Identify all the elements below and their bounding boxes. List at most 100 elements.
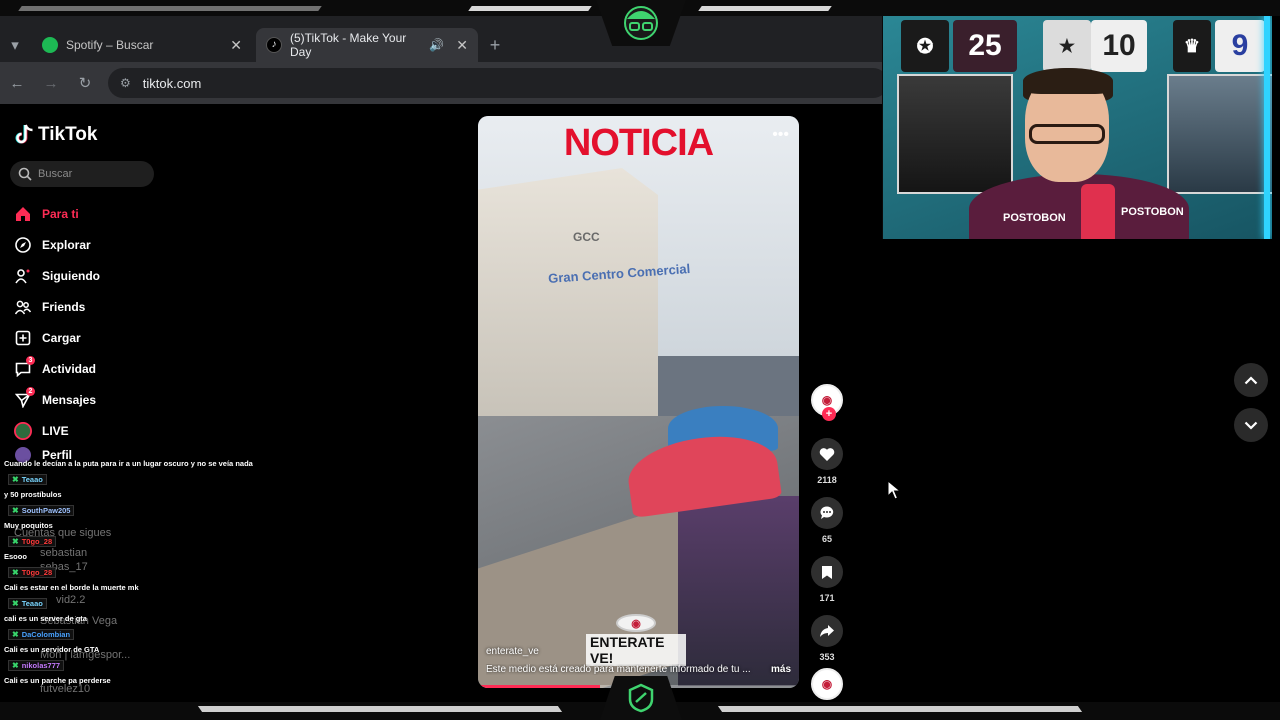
notification-badge: 2 [26,387,35,396]
search-icon [18,167,32,181]
chat-message: Cali es estar en el borde la muerte mk [4,583,139,593]
sword-badge-icon: ✖ [12,505,19,515]
video-sign-gcc: GCC [573,230,600,244]
author-avatar[interactable]: ◉ + [811,384,843,421]
video-watermark: ◉ ENTERATE VE! [586,614,686,666]
save-button[interactable] [811,556,843,588]
spotify-icon [42,37,58,53]
address-bar[interactable]: ⚙ tiktok.com [108,68,888,98]
caption-more-link[interactable]: más [771,664,791,675]
shield-icon [628,683,654,713]
nacional-crest-icon: ✪ [901,20,949,72]
sidebar-item-friends[interactable]: Friends [14,291,100,322]
search-placeholder: Buscar [38,168,73,180]
chat-user-row: ✖ T0go_28 [4,565,304,581]
sidebar-item-label: Mensajes [42,392,97,407]
chat-username: ✖ T0go_28 [8,566,57,578]
tiktok-icon: ♪ [266,37,282,53]
notification-badge: 3 [26,356,35,365]
jersey-ten: 10 [1091,20,1147,72]
browser-toolbar: ← → ↻ ⚙ tiktok.com [0,62,888,104]
share-button[interactable] [811,615,843,647]
sidebar-item-label: Actividad [42,361,97,376]
follow-plus-icon[interactable]: + [822,407,836,421]
chat-username: ✖ nikolas777 [8,659,65,671]
chat-username: ✖ T0go_28 [8,535,57,547]
search-input[interactable]: Buscar [10,161,154,187]
sidebar-nav: Para ti Explorar Siguiendo Friends Carga… [14,198,100,464]
more-options-icon[interactable]: ••• [772,126,789,144]
next-video-button[interactable] [1234,408,1268,442]
sidebar-item-para-ti[interactable]: Para ti [14,198,100,229]
sword-badge-icon: ✖ [12,474,19,484]
real-madrid-crest-icon: ♛ [1173,20,1211,72]
home-icon [14,205,32,223]
sidebar-item-live[interactable]: LIVE [14,415,100,446]
share-icon [820,625,834,637]
video-player[interactable]: GCC Gran Centro Comercial NOTICIA ••• ◉ … [478,116,799,688]
site-settings-icon[interactable]: ⚙ [120,76,131,90]
tab-tiktok[interactable]: ♪ (5)TikTok - Make Your Day 🔊 ✕ [256,28,478,62]
chat-message: Muy poquitos [4,521,53,531]
comment-count: 65 [821,534,832,544]
comment-button[interactable] [811,497,843,529]
chat-message: Esooo [4,552,27,562]
tab-list-chevron-icon[interactable]: ▾ [6,34,24,56]
sword-badge-icon: ✖ [12,598,19,608]
sound-disc-avatar[interactable]: ◉ [811,668,843,700]
browser-tabstrip: ▾ Spotify – Buscar ✕ ♪ (5)TikTok - Make … [0,16,882,62]
chat-message: Cuando le decían a la puta para ir a un … [4,459,253,469]
tab-spotify[interactable]: Spotify – Buscar ✕ [32,28,252,62]
sidebar-item-mensajes[interactable]: 2 Mensajes [14,384,100,415]
new-tab-icon[interactable]: + [484,34,506,56]
sidebar-item-label: Para ti [42,206,79,221]
friends-icon [14,298,32,316]
chat-message: cali es un server de gta [4,614,87,624]
shirt-sponsor-left: POSTOBON [1003,212,1066,224]
close-icon[interactable]: ✕ [230,37,242,54]
chat-message: Cali es un parche pa perderse [4,676,111,686]
chat-user-row: ✖ Teaao [4,596,304,612]
sidebar-item-cargar[interactable]: Cargar [14,322,100,353]
sidebar-item-explorar[interactable]: Explorar [14,229,100,260]
sword-badge-icon: ✖ [12,536,19,546]
glasses [1029,124,1105,144]
chat-username: ✖ Teaao [8,597,47,609]
sidebar-item-actividad[interactable]: 3 Actividad [14,353,100,384]
share-count: 353 [819,652,835,662]
jersey-armani: 25 [953,20,1017,72]
tiktok-wordmark: TikTok [38,124,98,145]
previous-video-button[interactable] [1234,363,1268,397]
sidebar-item-label: Cargar [42,330,81,345]
live-icon [14,421,32,440]
tiktok-logo[interactable]: TikTok [14,124,97,146]
reload-icon[interactable]: ↻ [74,72,96,94]
action-rail: ◉ + 2118 65 171 353 ◉ [808,384,846,700]
chat-message: y 50 prostíbulos [4,490,62,500]
tab-title: (5)TikTok - Make Your Day [290,31,407,59]
chat-user-row: ✖ DaColombian [4,627,304,643]
chevron-down-icon [1244,421,1258,430]
sidebar-item-label: LIVE [42,423,69,438]
comment-icon [820,506,834,519]
sidebar-item-label: Explorar [42,237,91,252]
sidebar-item-siguiendo[interactable]: Siguiendo [14,260,100,291]
like-button[interactable] [811,438,843,470]
mouse-cursor-icon [887,480,901,500]
sword-badge-icon: ✖ [12,567,19,577]
forward-icon[interactable]: → [40,72,62,94]
heart-icon [819,447,835,461]
compass-icon [14,236,32,254]
sword-badge-icon: ✖ [12,629,19,639]
sidebar-item-label: Friends [42,299,86,314]
close-icon[interactable]: ✕ [456,37,468,54]
chat-user-row: ✖ Teaao [4,472,304,488]
afa-crest-icon: ★ [1043,20,1091,72]
chat-user-row: ✖ T0go_28 [4,534,304,550]
speaker-icon[interactable]: 🔊 [429,38,444,52]
video-author[interactable]: enterate_ve [486,646,539,657]
stream-chat: Cuando le decían a la puta para ir a un … [4,456,304,689]
microphone [1081,184,1115,239]
back-icon[interactable]: ← [6,72,28,94]
video-title: NOTICIA [563,122,714,164]
